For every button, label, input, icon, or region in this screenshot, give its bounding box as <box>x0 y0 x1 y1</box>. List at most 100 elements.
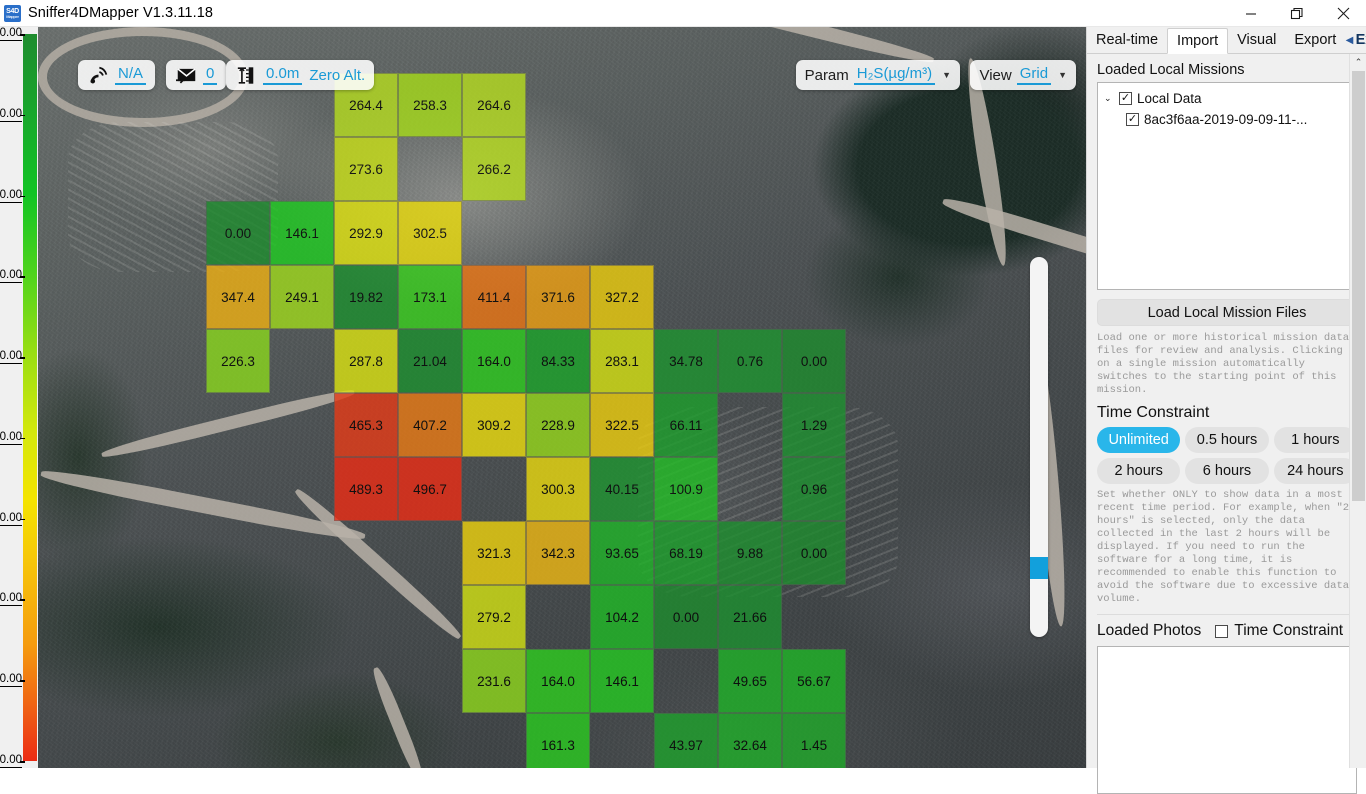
message-status-pill[interactable]: 0 <box>166 60 227 90</box>
heatmap-cell[interactable]: 266.2 <box>462 137 526 201</box>
view-selector[interactable]: View Grid ▼ <box>970 60 1076 90</box>
heatmap-cell[interactable]: 371.6 <box>526 265 590 329</box>
heatmap-cell[interactable]: 40.15 <box>590 457 654 521</box>
heatmap-cell[interactable]: 43.97 <box>654 713 718 768</box>
heatmap-cell[interactable]: 93.65 <box>590 521 654 585</box>
heatmap-cell[interactable]: 300.3 <box>526 457 590 521</box>
mission-root-checkbox[interactable]: ✓ <box>1119 92 1132 105</box>
view-value: Grid <box>1016 65 1052 85</box>
scroll-up-icon[interactable]: ⌃ <box>1350 54 1366 71</box>
heatmap-cell[interactable]: 164.0 <box>462 329 526 393</box>
param-selector[interactable]: Param H₂S(µg/m³) ▼ <box>795 60 960 90</box>
heatmap-cell[interactable]: 327.2 <box>590 265 654 329</box>
mission-tree-root[interactable]: ⌄ ✓ Local Data <box>1104 88 1350 109</box>
heatmap-cell[interactable]: 226.3 <box>206 329 270 393</box>
restore-button[interactable] <box>1274 0 1320 27</box>
heatmap-grid-overlay[interactable]: 264.4 258.3 264.6 273.6 266.2 0.00 146.1 292.9 3… <box>38 27 1086 768</box>
heatmap-cell[interactable]: 19.82 <box>334 265 398 329</box>
tab-real-time[interactable]: Real-time <box>1087 27 1167 53</box>
close-button[interactable] <box>1320 0 1366 27</box>
heatmap-cell[interactable]: 228.9 <box>526 393 590 457</box>
chevron-down-icon[interactable]: ⌄ <box>1104 93 1114 104</box>
heatmap-cell[interactable]: 496.7 <box>398 457 462 521</box>
heatmap-cell[interactable]: 0.76 <box>718 329 782 393</box>
mission-item-checkbox[interactable]: ✓ <box>1126 113 1139 126</box>
heatmap-cell[interactable]: 9.88 <box>718 521 782 585</box>
heatmap-cell[interactable]: 164.0 <box>526 649 590 713</box>
heatmap-cell[interactable]: 407.2 <box>398 393 462 457</box>
heatmap-cell[interactable]: 84.33 <box>526 329 590 393</box>
heatmap-cell[interactable]: 0.00 <box>782 329 846 393</box>
panel-scrollbar-thumb[interactable] <box>1352 71 1365 501</box>
time-constraint-option[interactable]: 24 hours <box>1273 458 1357 484</box>
panel-scrollbar[interactable]: ⌃ <box>1349 54 1366 768</box>
heatmap-cell[interactable]: 146.1 <box>590 649 654 713</box>
heatmap-cell[interactable]: 49.65 <box>718 649 782 713</box>
time-constraint-option[interactable]: Unlimited <box>1097 427 1181 453</box>
time-constraint-options[interactable]: Unlimited 0.5 hours 1 hours 2 hours 6 hours 2… <box>1097 427 1357 484</box>
heatmap-cell[interactable]: 146.1 <box>270 201 334 265</box>
heatmap-cell[interactable]: 322.5 <box>590 393 654 457</box>
heatmap-cell[interactable]: 287.8 <box>334 329 398 393</box>
heatmap-cell[interactable]: 104.2 <box>590 585 654 649</box>
heatmap-cell[interactable]: 302.5 <box>398 201 462 265</box>
heatmap-cell[interactable]: 283.1 <box>590 329 654 393</box>
heatmap-cell[interactable]: 56.67 <box>782 649 846 713</box>
tab-overflow-partial[interactable]: Ex <box>1354 27 1366 53</box>
satellite-status-pill[interactable]: N/A <box>78 60 156 90</box>
heatmap-cell[interactable]: 1.45 <box>782 713 846 768</box>
heatmap-cell[interactable]: 0.00 <box>654 585 718 649</box>
heatmap-cell-value: 302.5 <box>413 225 447 241</box>
heatmap-cell[interactable]: 231.6 <box>462 649 526 713</box>
heatmap-cell[interactable]: 279.2 <box>462 585 526 649</box>
heatmap-cell[interactable]: 21.66 <box>718 585 782 649</box>
heatmap-cell[interactable]: 273.6 <box>334 137 398 201</box>
zero-altitude-button[interactable]: Zero Alt. <box>309 67 365 84</box>
heatmap-cell[interactable]: 258.3 <box>398 73 462 137</box>
time-constraint-option[interactable]: 1 hours <box>1273 427 1357 453</box>
heatmap-cell[interactable]: 34.78 <box>654 329 718 393</box>
heatmap-cell-value: 287.8 <box>349 353 383 369</box>
heatmap-cell[interactable]: 292.9 <box>334 201 398 265</box>
missions-tree[interactable]: ⌄ ✓ Local Data ✓ 8ac3f6aa-2019-09-09-11-… <box>1097 82 1357 290</box>
heatmap-cell[interactable]: 264.6 <box>462 73 526 137</box>
heatmap-cell[interactable]: 321.3 <box>462 521 526 585</box>
heatmap-cell[interactable]: 66.11 <box>654 393 718 457</box>
heatmap-cell[interactable]: 347.4 <box>206 265 270 329</box>
mission-tree-item[interactable]: ✓ 8ac3f6aa-2019-09-09-11-... <box>1104 109 1350 130</box>
heatmap-cell[interactable]: 411.4 <box>462 265 526 329</box>
heatmap-cell[interactable]: 309.2 <box>462 393 526 457</box>
window-title: Sniffer4DMapper V1.3.11.18 <box>28 5 214 21</box>
heatmap-cell[interactable]: 173.1 <box>398 265 462 329</box>
heatmap-cell[interactable]: 249.1 <box>270 265 334 329</box>
time-constraint-option[interactable]: 2 hours <box>1097 458 1181 484</box>
heatmap-cell[interactable]: 1.29 <box>782 393 846 457</box>
map-zoom-slider[interactable] <box>1030 257 1048 637</box>
photos-time-constraint-toggle[interactable]: ✓ Time Constraint <box>1215 622 1343 640</box>
map-zoom-slider-handle[interactable] <box>1030 557 1048 579</box>
tab-import[interactable]: Import <box>1167 28 1229 54</box>
tab-visual[interactable]: Visual <box>1228 27 1285 53</box>
tab-scroll-left-icon[interactable]: ◀ <box>1345 27 1354 53</box>
heatmap-cell[interactable]: 489.3 <box>334 457 398 521</box>
time-constraint-option[interactable]: 0.5 hours <box>1185 427 1269 453</box>
load-local-mission-files-button[interactable]: Load Local Mission Files <box>1097 299 1357 326</box>
map-canvas[interactable]: 264.4 258.3 264.6 273.6 266.2 0.00 146.1 292.9 3… <box>38 27 1086 768</box>
param-value: H₂S(µg/m³) <box>853 65 936 85</box>
tab-export[interactable]: Export <box>1285 27 1345 53</box>
heatmap-cell[interactable]: 0.96 <box>782 457 846 521</box>
minimize-button[interactable] <box>1228 0 1274 27</box>
altitude-status-pill[interactable]: 0.0m Zero Alt. <box>226 60 375 90</box>
heatmap-cell[interactable]: 0.00 <box>782 521 846 585</box>
heatmap-cell[interactable]: 21.04 <box>398 329 462 393</box>
heatmap-cell[interactable]: 68.19 <box>654 521 718 585</box>
time-constraint-option[interactable]: 6 hours <box>1185 458 1269 484</box>
heatmap-cell[interactable]: 465.3 <box>334 393 398 457</box>
photos-time-constraint-checkbox[interactable]: ✓ <box>1215 624 1229 638</box>
heatmap-cell[interactable]: 0.00 <box>206 201 270 265</box>
heatmap-cell[interactable]: 100.9 <box>654 457 718 521</box>
heatmap-cell[interactable]: 32.64 <box>718 713 782 768</box>
loaded-photos-list[interactable] <box>1097 646 1357 794</box>
heatmap-cell[interactable]: 161.3 <box>526 713 590 768</box>
heatmap-cell[interactable]: 342.3 <box>526 521 590 585</box>
